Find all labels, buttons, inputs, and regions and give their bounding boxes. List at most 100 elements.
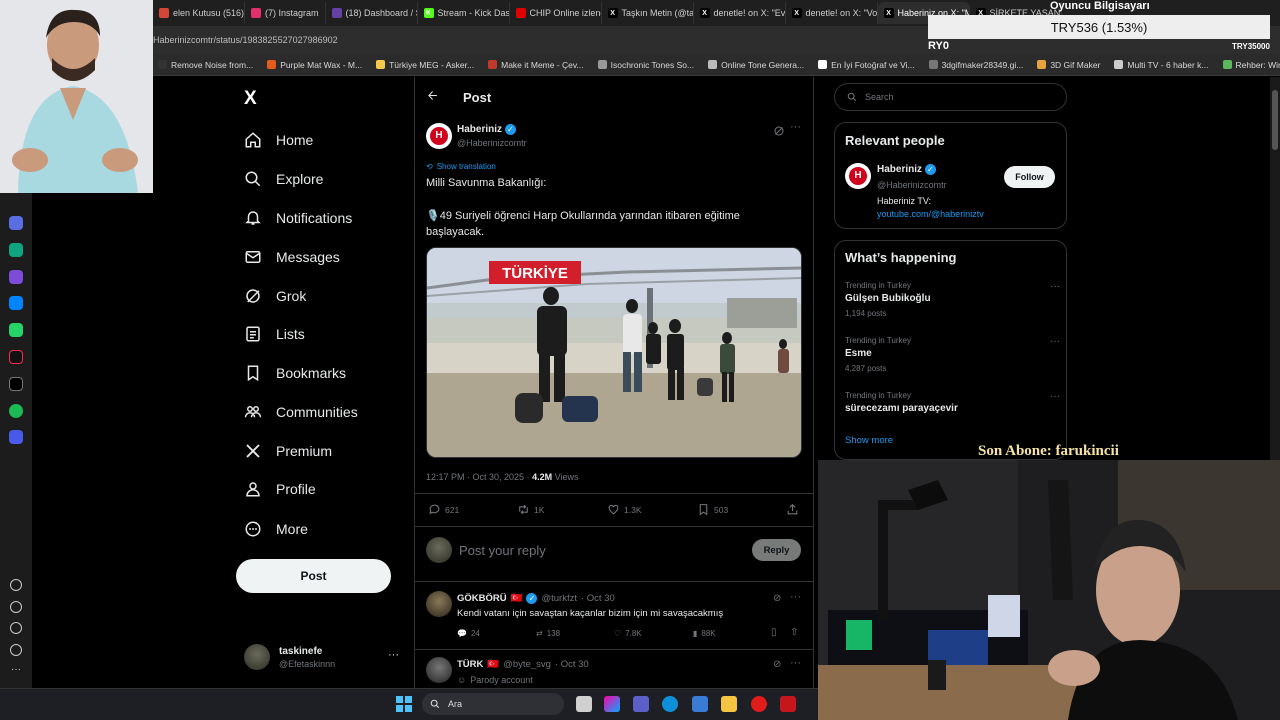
search-input[interactable]: Search [834, 83, 1067, 111]
bookmark-item[interactable]: Multi TV - 6 haber k... [1114, 60, 1209, 70]
browser-tab[interactable]: X Taşkın Metin (@ta [602, 2, 694, 24]
bookmark-item[interactable]: 3dgifmaker28349.gi... [928, 60, 1023, 70]
relevant-avatar[interactable]: H [845, 163, 871, 189]
bookmark-item[interactable]: Purple Mat Wax - M... [267, 60, 362, 70]
sidebar-item-premium[interactable]: Premium [244, 439, 332, 463]
x-app-icon[interactable] [9, 377, 23, 391]
sidebar-item-messages[interactable]: Messages [244, 245, 340, 269]
browser-tab[interactable]: (7) Instagram [245, 2, 326, 24]
like-action[interactable]: ♡ 7.8K [614, 629, 642, 638]
trend-more-icon[interactable]: ··· [1050, 336, 1060, 347]
bookmark-item[interactable]: Make it Meme - Çev... [488, 60, 584, 70]
whatsapp-icon[interactable] [9, 323, 23, 337]
post-handle[interactable]: @Haberinizcomtr [457, 138, 527, 148]
post-button[interactable]: Post [236, 559, 391, 593]
bookmark-icon[interactable]: ▯ [771, 627, 777, 638]
lightbulb-icon[interactable] [10, 644, 22, 656]
task-view-icon[interactable] [576, 696, 592, 712]
windows-start-icon[interactable] [396, 696, 412, 712]
repost-action[interactable]: ⇄ 138 [536, 629, 560, 638]
chatgpt-icon[interactable] [9, 243, 23, 257]
grok-explain-icon[interactable]: ⊘ [773, 659, 781, 670]
sidebar-item-explore[interactable]: Explore [244, 167, 323, 191]
taskbar-search[interactable]: Ara [422, 693, 564, 715]
teams-icon[interactable] [633, 696, 649, 712]
trend-more-icon[interactable]: ··· [1050, 281, 1060, 292]
url-text[interactable]: Haberinizcomtr/status/198382552702798690… [153, 35, 338, 45]
like-action[interactable]: 1.3K [607, 503, 642, 516]
reply-handle[interactable]: @byte_svg [503, 659, 551, 670]
trend-item[interactable]: Trending in Turkey Gülşen Bubikoğlu 1,19… [845, 281, 1060, 318]
post-more-icon[interactable]: ··· [790, 121, 801, 133]
sidebar-item-lists[interactable]: Lists [244, 322, 305, 346]
browser-tab[interactable]: (18) Dashboard / S [326, 2, 418, 24]
app-icon[interactable] [9, 270, 23, 284]
trend-item[interactable]: Trending in Turkey sürecezamı parayaçevi… [845, 391, 1060, 414]
browser-tab[interactable]: elen Kutusu (516) [153, 2, 245, 24]
reply-more-icon[interactable]: ··· [790, 591, 801, 603]
post-time[interactable]: 12:17 PM · Oct 30, 2025 · [426, 472, 530, 482]
back-arrow-icon[interactable] [426, 89, 439, 107]
reply-input[interactable]: Post your reply [459, 543, 546, 558]
repost-action[interactable]: 1K [517, 503, 544, 516]
file-explorer-icon[interactable] [721, 696, 737, 712]
account-switcher[interactable]: taskinefe @Efetaskinnn [244, 644, 335, 670]
tiktok-icon[interactable] [9, 350, 23, 364]
sidebar-item-grok[interactable]: Grok [244, 284, 306, 308]
bookmark-item[interactable]: Remove Noise from... [158, 60, 253, 70]
show-translation-label[interactable]: Show translation [437, 162, 496, 171]
post-author-name[interactable]: Haberiniz [457, 124, 502, 135]
bookmark-action[interactable]: 503 [697, 503, 728, 516]
heart-icon[interactable] [10, 579, 22, 591]
bookmark-item[interactable]: Online Tone Genera... [708, 60, 804, 70]
bookmark-item[interactable]: Türkiye MEG - Asker... [376, 60, 474, 70]
sidebar-item-home[interactable]: Home [244, 128, 313, 152]
x-logo[interactable]: X [244, 88, 257, 110]
bookmark-item[interactable]: En İyi Fotoğraf ve Vi... [818, 60, 915, 70]
grok-explain-icon[interactable]: ⊘ [773, 593, 781, 604]
trend-item[interactable]: Trending in Turkey Esme 4,287 posts ··· [845, 336, 1060, 373]
relevant-link[interactable]: youtube.com/@haberiniztv [877, 209, 984, 219]
relevant-name-text[interactable]: Haberiniz [877, 164, 922, 175]
reply-avatar[interactable] [426, 657, 452, 683]
sidebar-item-more[interactable]: More [244, 517, 308, 541]
reply-handle[interactable]: @turkfzt [541, 593, 577, 604]
relevant-name[interactable]: Haberiniz ✓ [877, 164, 936, 175]
relevant-handle[interactable]: @Haberinizcomtr [877, 180, 947, 190]
browser-tab[interactable]: Xdenetle! on X: "Ev [694, 2, 786, 24]
trend-more-icon[interactable]: ··· [1050, 391, 1060, 402]
browser-tab[interactable]: CHIP Online izlene [510, 2, 602, 24]
reply-action[interactable]: 💬 24 [457, 629, 480, 638]
app-icon[interactable] [9, 216, 23, 230]
share-icon[interactable]: ⇧ [790, 627, 798, 638]
show-translation-link[interactable]: ⟲ Show translation [426, 162, 496, 171]
reply-button[interactable]: Reply [752, 539, 801, 561]
follow-button[interactable]: Follow [1004, 166, 1055, 188]
haberiniz-avatar[interactable]: H [426, 123, 452, 149]
reply-date[interactable]: · Oct 30 [555, 659, 589, 670]
account-more-icon[interactable]: ··· [388, 649, 399, 661]
reply-avatar[interactable] [426, 591, 452, 617]
show-more-link[interactable]: Show more [845, 435, 893, 446]
post-image[interactable]: TÜRKİYE [426, 247, 802, 458]
sidebar-item-profile[interactable]: Profile [244, 477, 316, 501]
gear-icon[interactable] [10, 622, 22, 634]
reply-author[interactable]: GÖKBÖRÜ [457, 593, 507, 604]
spotify-icon[interactable] [9, 404, 23, 418]
more-icon[interactable]: ··· [11, 664, 21, 675]
bookmark-item[interactable]: Isochronic Tones So... [597, 60, 694, 70]
messenger-icon[interactable] [9, 296, 23, 310]
browser-tab[interactable]: K Stream - Kick Dash [418, 2, 510, 24]
edge-icon[interactable] [662, 696, 678, 712]
clock-icon[interactable] [10, 601, 22, 613]
app-icon[interactable] [780, 696, 796, 712]
opera-icon[interactable] [751, 696, 767, 712]
sidebar-item-bookmarks[interactable]: Bookmarks [244, 361, 346, 385]
copilot-icon[interactable] [604, 696, 620, 712]
reply-author[interactable]: TÜRK [457, 659, 483, 670]
store-icon[interactable] [692, 696, 708, 712]
reply-date[interactable]: · Oct 30 [581, 593, 615, 604]
sidebar-item-notifications[interactable]: Notifications [244, 206, 352, 230]
bookmark-item[interactable]: Rehber: Windows 1... [1222, 60, 1280, 70]
post-author[interactable]: Haberiniz ✓ [457, 124, 516, 135]
